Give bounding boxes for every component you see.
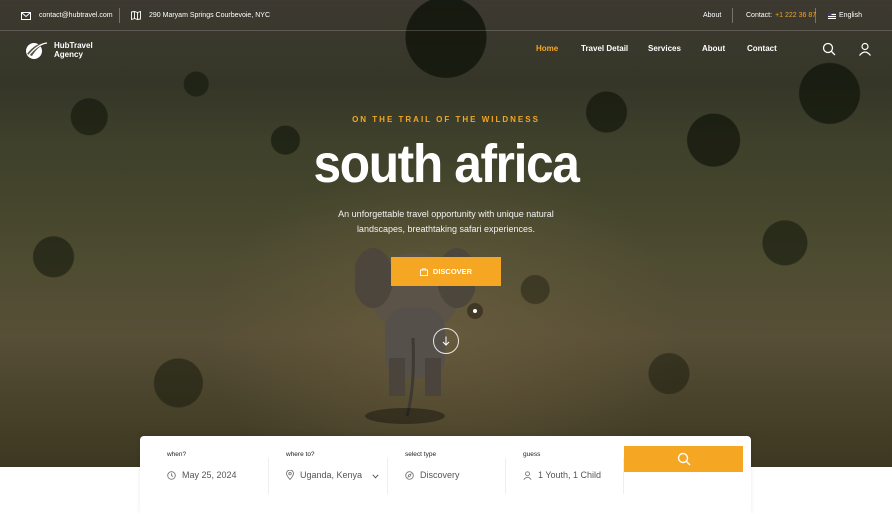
where-value: Uganda, Kenya	[300, 470, 363, 480]
field-divider	[268, 458, 269, 494]
topbar-contact-link[interactable]: Contact: +1 222 36 87	[746, 0, 816, 31]
chevron-down-icon[interactable]	[372, 474, 379, 479]
where-field[interactable]: where to? Uganda, Kenya	[286, 436, 382, 492]
hero-description: An unforgettable travel opportunity with…	[338, 209, 554, 234]
field-divider	[505, 458, 506, 494]
topbar-about-label: About	[703, 12, 722, 19]
nav-services[interactable]: Services	[648, 44, 681, 53]
mail-icon	[21, 11, 31, 20]
language-label: English	[839, 12, 862, 19]
address-text: 290 Maryam Springs Courbevoie, NYC	[149, 12, 270, 19]
scroll-down-button[interactable]	[433, 328, 459, 354]
briefcase-icon	[419, 267, 428, 276]
guests-value: 1 Youth, 1 Child	[538, 470, 602, 480]
topbar-divider	[119, 8, 120, 23]
type-value-row: Discovery	[405, 470, 460, 480]
nav-home[interactable]: Home	[536, 44, 558, 53]
nav-travel-detail[interactable]: Travel Detail	[581, 44, 628, 53]
contact-prefix: Contact:	[746, 12, 773, 19]
when-label: when?	[167, 451, 187, 458]
where-label: where to?	[286, 451, 315, 458]
when-field[interactable]: when? May 25, 2024	[167, 436, 277, 492]
compass-icon	[405, 470, 414, 480]
when-value-row: May 25, 2024	[167, 470, 237, 480]
clock-icon	[167, 470, 176, 480]
discover-label: DISCOVER	[432, 267, 473, 276]
address-info: 290 Maryam Springs Courbevoie, NYC	[131, 0, 270, 31]
email-contact[interactable]: contact@hubtravel.com	[21, 0, 113, 31]
top-info-bar: contact@hubtravel.com 290 Maryam Springs…	[0, 0, 892, 31]
email-text: contact@hubtravel.com	[39, 12, 113, 19]
hero-section: contact@hubtravel.com 290 Maryam Springs…	[0, 0, 892, 467]
us-flag-icon	[828, 12, 836, 19]
topbar-divider	[815, 8, 816, 23]
guests-field[interactable]: guess 1 Youth, 1 Child	[523, 436, 623, 492]
search-submit-button[interactable]	[624, 446, 743, 472]
type-label: select type	[405, 451, 437, 458]
type-value: Discovery	[420, 470, 460, 480]
nav-about[interactable]: About	[702, 44, 725, 53]
search-icon[interactable]	[822, 42, 836, 56]
when-value: May 25, 2024	[182, 470, 237, 480]
arrow-down-icon	[442, 336, 450, 346]
person-icon	[523, 470, 532, 480]
guests-value-row: 1 Youth, 1 Child	[523, 470, 601, 480]
language-selector[interactable]: English	[828, 0, 862, 31]
where-value-row: Uganda, Kenya	[286, 470, 362, 480]
location-pin-icon	[286, 470, 294, 480]
guests-label: guess	[523, 451, 541, 458]
discover-button[interactable]: DISCOVER	[391, 257, 501, 286]
contact-phone: +1 222 36 87	[775, 12, 817, 19]
carousel-dot[interactable]	[467, 303, 483, 319]
hero-title: south africa	[313, 134, 579, 194]
topbar-divider	[732, 8, 733, 23]
main-nav: Home Travel Detail Services About Contac…	[0, 44, 892, 56]
nav-contact[interactable]: Contact	[747, 44, 777, 53]
type-field[interactable]: select type Discovery	[405, 436, 515, 492]
map-icon	[131, 11, 141, 20]
hero-eyebrow: ON THE TRAIL OF THE WILDNESS	[352, 115, 540, 124]
field-divider	[387, 458, 388, 494]
user-icon[interactable]	[858, 42, 872, 56]
search-icon	[677, 452, 690, 466]
topbar-about-link[interactable]: About	[703, 0, 721, 31]
booking-search-panel: when? May 25, 2024 where to? Uganda, Ken…	[140, 436, 751, 514]
